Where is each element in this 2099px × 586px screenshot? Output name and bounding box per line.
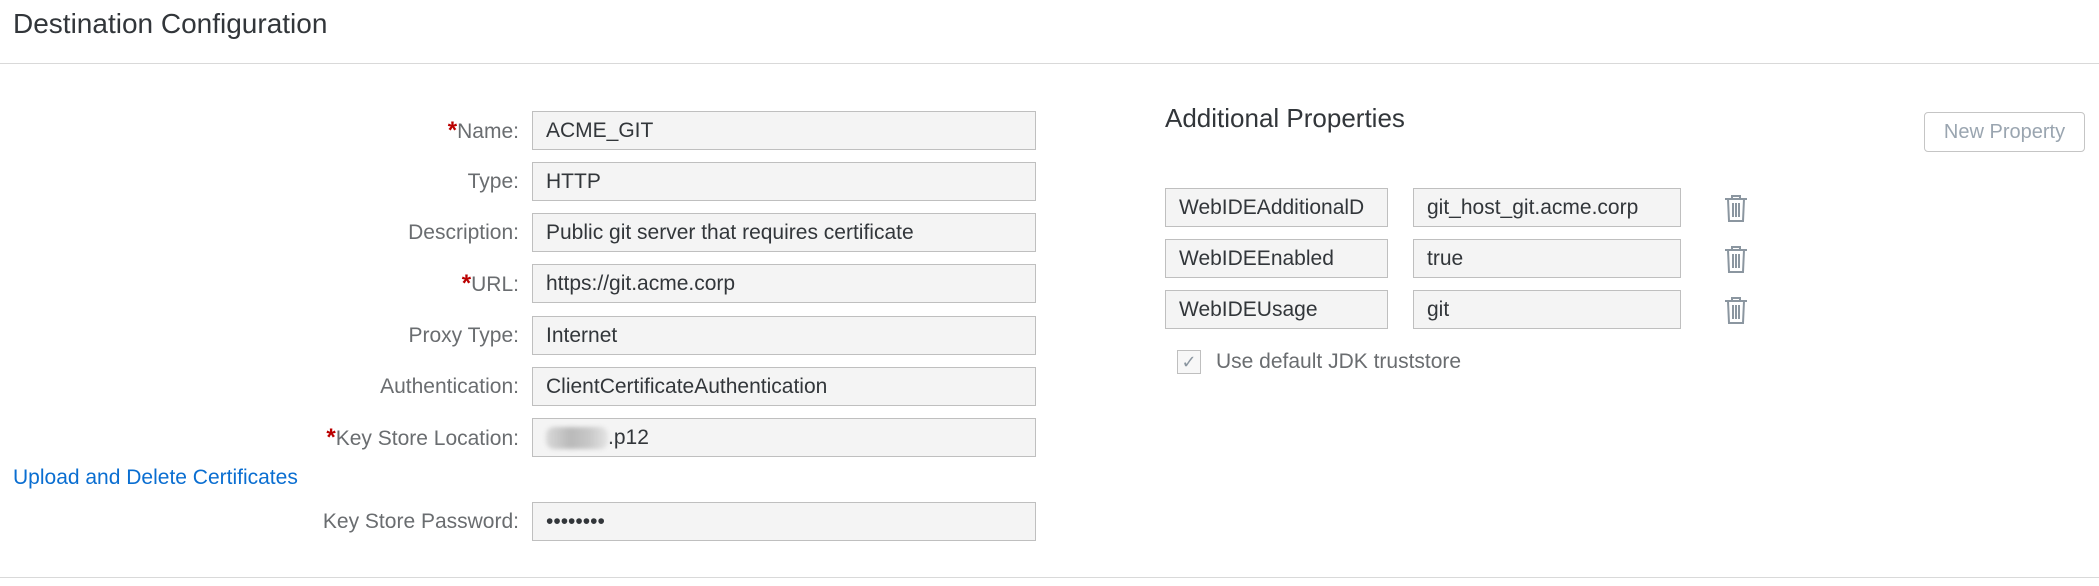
property-key-field[interactable] xyxy=(1165,290,1388,329)
upload-delete-certificates-link[interactable]: Upload and Delete Certificates xyxy=(13,462,298,494)
page-title: Destination Configuration xyxy=(13,8,328,39)
proxy-type-label: Proxy Type: xyxy=(408,324,520,347)
key-store-location-label: *Key Store Location: xyxy=(326,424,519,451)
jdk-truststore-checkbox[interactable]: ✓ xyxy=(1177,350,1201,374)
url-field[interactable] xyxy=(532,264,1036,303)
authentication-label: Authentication: xyxy=(380,375,519,398)
required-marker: * xyxy=(326,424,336,451)
new-property-button[interactable]: New Property xyxy=(1924,112,2085,152)
proxy-type-field[interactable] xyxy=(532,316,1036,355)
checkmark-icon: ✓ xyxy=(1181,351,1197,372)
key-store-location-value: .p12 xyxy=(608,426,649,449)
key-store-password-field[interactable] xyxy=(532,502,1036,541)
redacted-filename xyxy=(546,426,608,449)
delete-trash-icon[interactable] xyxy=(1722,295,1750,325)
key-store-location-field[interactable]: .p12 xyxy=(532,418,1036,457)
jdk-truststore-option: ✓ Use default JDK truststore xyxy=(1177,350,1461,374)
description-label: Description: xyxy=(408,221,519,244)
additional-properties-title: Additional Properties xyxy=(1165,103,1405,133)
property-value-field[interactable] xyxy=(1413,239,1681,278)
property-key-field[interactable] xyxy=(1165,188,1388,227)
name-label: *Name: xyxy=(447,117,519,144)
type-label: Type: xyxy=(467,170,519,193)
property-key-field[interactable] xyxy=(1165,239,1388,278)
delete-trash-icon[interactable] xyxy=(1722,193,1750,223)
footer-divider xyxy=(0,577,2099,578)
property-value-field[interactable] xyxy=(1413,188,1681,227)
name-field[interactable] xyxy=(532,111,1036,150)
required-marker: * xyxy=(447,117,458,144)
required-marker: * xyxy=(461,270,472,297)
key-store-password-label: Key Store Password: xyxy=(322,510,519,533)
jdk-truststore-label: Use default JDK truststore xyxy=(1216,350,1462,373)
url-label: *URL: xyxy=(461,270,519,297)
delete-trash-icon[interactable] xyxy=(1722,244,1750,274)
type-field[interactable] xyxy=(532,162,1036,201)
description-field[interactable] xyxy=(532,213,1036,252)
authentication-field[interactable] xyxy=(532,367,1036,406)
property-value-field[interactable] xyxy=(1413,290,1681,329)
header-divider xyxy=(0,63,2099,64)
